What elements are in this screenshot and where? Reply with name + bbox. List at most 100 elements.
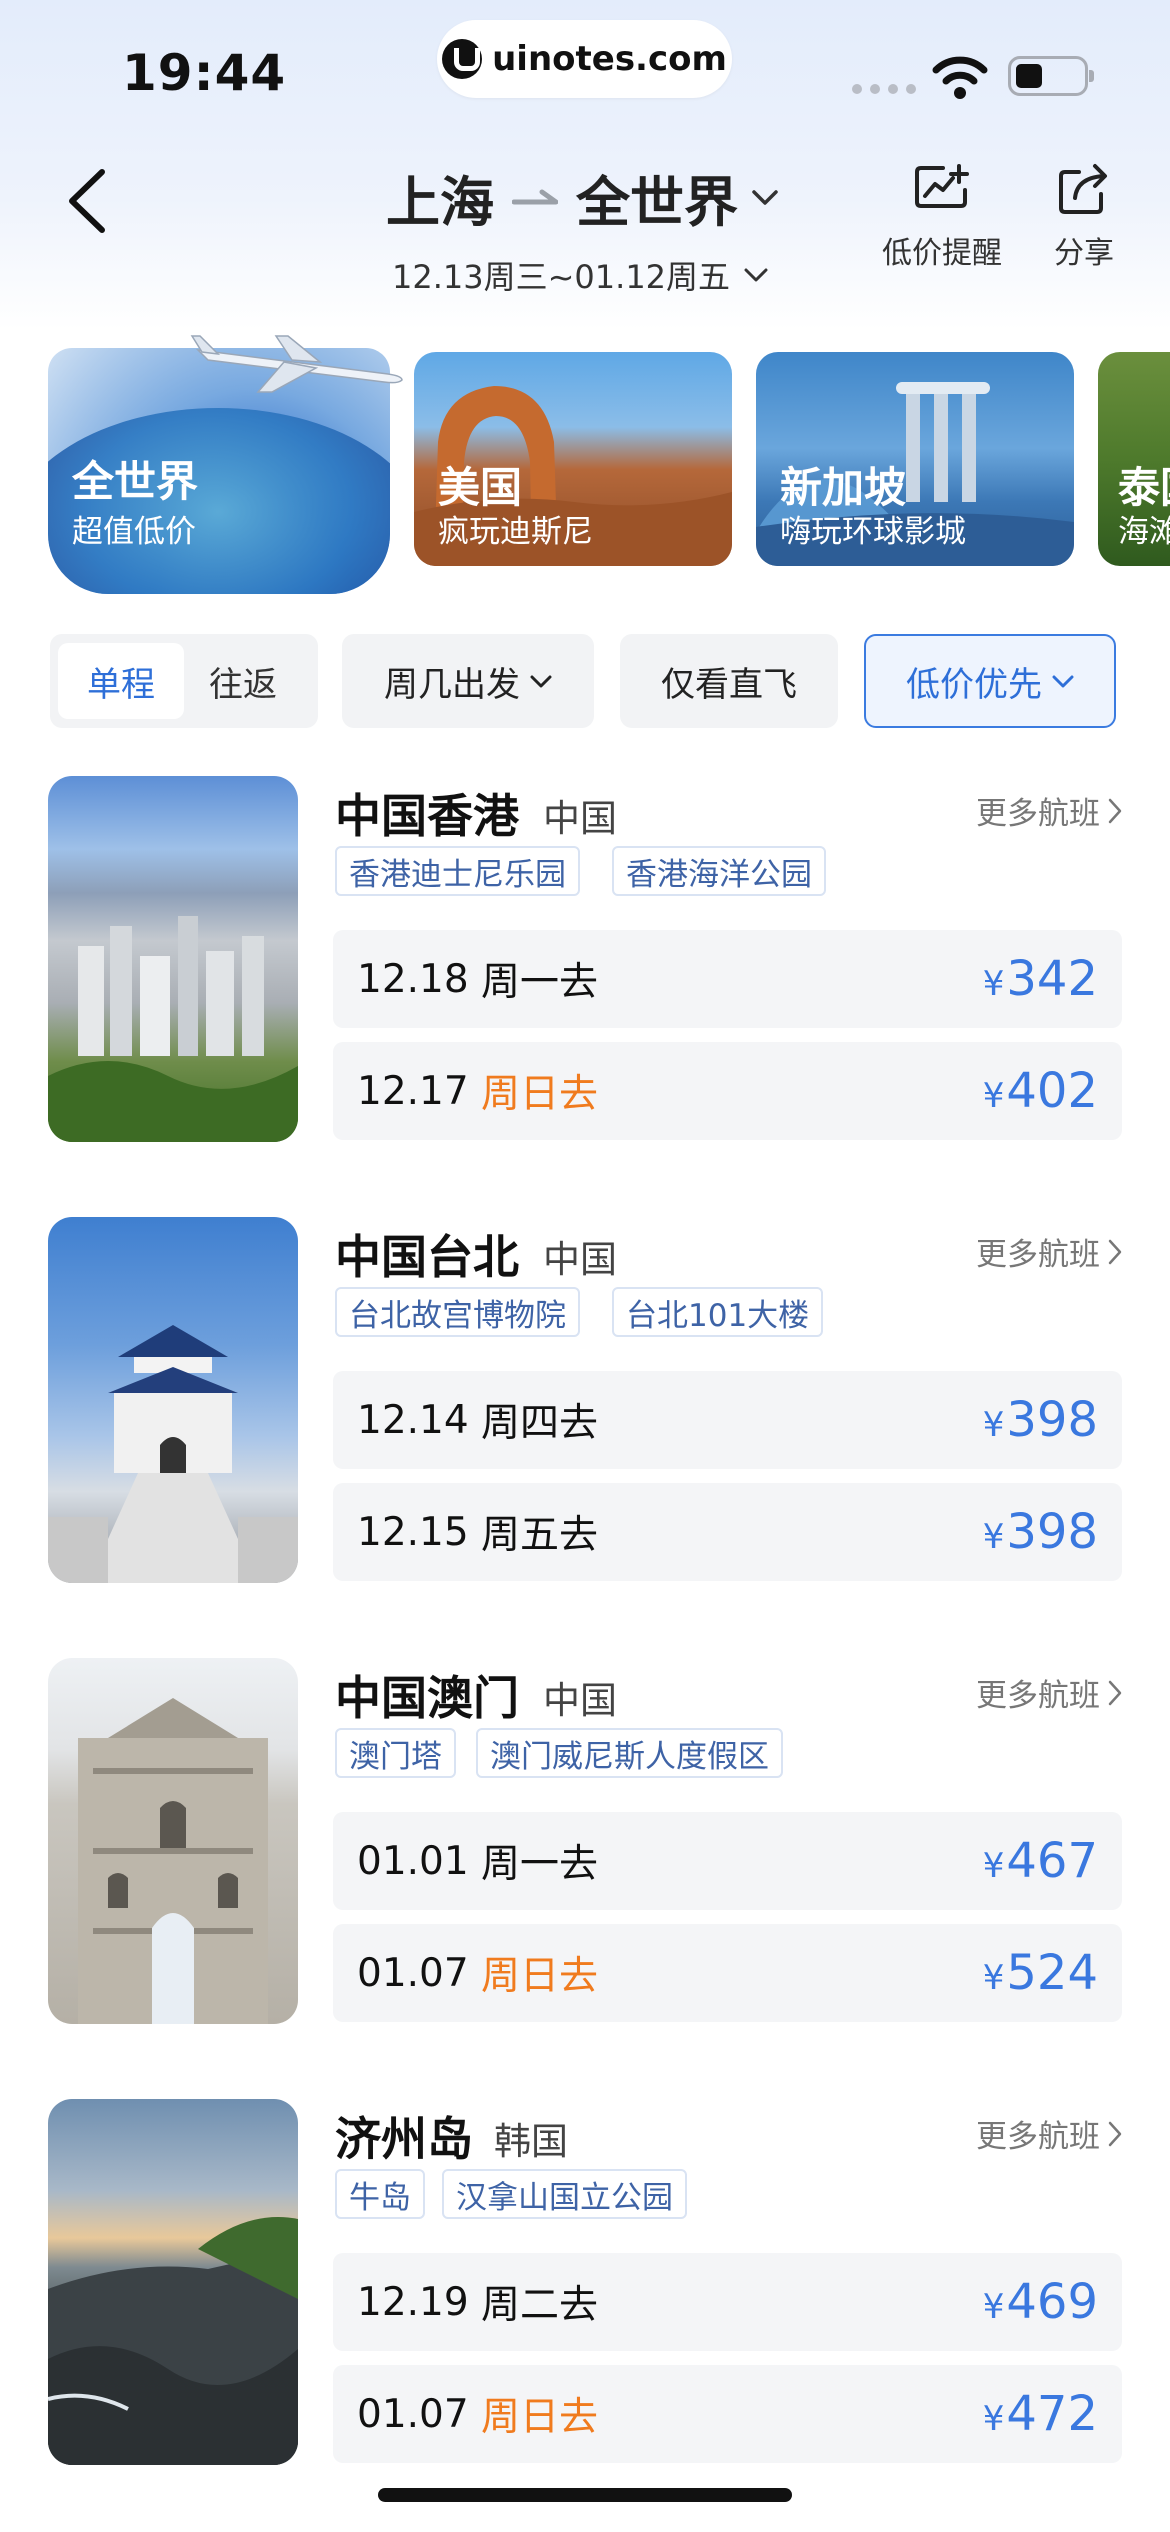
flight-option-row[interactable]: 12.15 周五去 ¥398 — [333, 1483, 1122, 1581]
destination-cards: 全世界 超值低价 美国 疯玩迪斯尼 新加坡 嗨玩环球影城 泰国 海滩 — [48, 330, 1170, 600]
flight-price: ¥469 — [982, 2274, 1098, 2330]
destination-city: 全世界 — [576, 171, 738, 234]
hong-kong-photo — [48, 776, 298, 1142]
attraction-tag[interactable]: 澳门塔 — [335, 1728, 456, 1778]
round-trip-tab[interactable]: 往返 — [184, 643, 302, 719]
url-pill[interactable]: uinotes.com — [437, 20, 732, 98]
jeju-photo — [48, 2099, 298, 2465]
more-flights-link[interactable]: 更多航班 — [976, 1229, 1122, 1274]
card-subtitle: 超值低价 — [72, 514, 196, 550]
more-flights-link[interactable]: 更多航班 — [976, 2111, 1122, 2156]
price-alert-button[interactable]: 低价提醒 — [882, 162, 1002, 272]
one-way-tab[interactable]: 单程 — [58, 643, 184, 719]
flight-weekday: 周四去 — [481, 1401, 599, 1446]
flight-option-row[interactable]: 12.18 周一去 ¥342 — [333, 930, 1122, 1028]
flight-date: 01.07 — [357, 2391, 469, 2437]
more-flights-link[interactable]: 更多航班 — [976, 1670, 1122, 1715]
flight-option-row[interactable]: 12.14 周四去 ¥398 — [333, 1371, 1122, 1469]
flight-weekday: 周日去 — [481, 1072, 599, 1117]
destination-country: 中国 — [543, 1679, 617, 1722]
battery-icon — [1008, 56, 1094, 96]
result-item-taipei[interactable]: 中国台北 中国 更多航班 台北故宫博物院 台北101大楼 12.14 周四去 ¥… — [48, 1217, 1122, 1583]
flight-option-row[interactable]: 12.19 周二去 ¥469 — [333, 2253, 1122, 2351]
flight-date: 12.14 — [357, 1397, 469, 1443]
flight-price: ¥398 — [982, 1504, 1098, 1560]
flight-option-row[interactable]: 12.17 周日去 ¥402 — [333, 1042, 1122, 1140]
price-alert-icon — [915, 164, 969, 208]
flight-option-row[interactable]: 01.01 周一去 ¥467 — [333, 1812, 1122, 1910]
flight-price: ¥524 — [982, 1945, 1098, 2001]
chevron-down-icon — [744, 268, 768, 282]
back-arrow-icon[interactable] — [64, 168, 108, 234]
flight-date: 12.19 — [357, 2279, 469, 2325]
home-indicator[interactable] — [378, 2488, 792, 2502]
card-subtitle: 嗨玩环球影城 — [780, 514, 966, 550]
destination-name: 中国香港 — [335, 789, 519, 843]
chevron-right-icon — [1108, 2121, 1122, 2146]
trip-type-toggle: 单程 往返 — [50, 634, 318, 728]
attraction-tag[interactable]: 香港迪士尼乐园 — [335, 846, 580, 896]
attraction-tag[interactable]: 牛岛 — [335, 2169, 425, 2219]
status-time: 19:44 — [122, 44, 287, 102]
share-button[interactable]: 分享 — [1054, 162, 1114, 272]
card-subtitle: 疯玩迪斯尼 — [438, 514, 593, 550]
chevron-right-icon — [1108, 1239, 1122, 1264]
flight-price: ¥472 — [982, 2386, 1098, 2442]
attraction-tag[interactable]: 澳门威尼斯人度假区 — [476, 1728, 783, 1778]
flight-date: 12.17 — [357, 1068, 469, 1114]
destination-card-thailand[interactable]: 泰国 海滩 — [1098, 352, 1170, 566]
flight-option-row[interactable]: 01.07 周日去 ¥472 — [333, 2365, 1122, 2463]
flight-date: 12.15 — [357, 1509, 469, 1555]
flight-weekday: 周一去 — [481, 1842, 599, 1887]
date-range-text: 12.13周三~01.12周五 — [392, 258, 731, 296]
more-flights-label: 更多航班 — [976, 1678, 1100, 1714]
flight-price: ¥398 — [982, 1392, 1098, 1448]
macau-photo — [48, 1658, 298, 2024]
card-subtitle: 海滩 — [1118, 514, 1170, 550]
flight-price: ¥342 — [982, 951, 1098, 1007]
result-item-jeju[interactable]: 济州岛 韩国 更多航班 牛岛 汉拿山国立公园 12.19 周二去 ¥469 01… — [48, 2099, 1122, 2465]
chevron-down-icon — [1052, 675, 1074, 687]
attraction-tag[interactable]: 台北故宫博物院 — [335, 1287, 580, 1337]
flight-price: ¥467 — [982, 1833, 1098, 1889]
destination-name: 中国台北 — [335, 1230, 519, 1284]
attraction-tag[interactable]: 汉拿山国立公园 — [442, 2169, 687, 2219]
share-label: 分享 — [1054, 236, 1114, 271]
chevron-right-icon — [1108, 798, 1122, 823]
taipei-photo — [48, 1217, 298, 1583]
sort-button[interactable]: 低价优先 — [864, 634, 1116, 728]
weekday-filter-label: 周几出发 — [384, 664, 520, 705]
chevron-right-icon — [1108, 1680, 1122, 1705]
airplane-icon — [190, 335, 403, 393]
destination-country: 中国 — [543, 797, 617, 840]
chevron-down-icon — [530, 675, 552, 687]
date-range-selector[interactable]: 12.13周三~01.12周五 — [392, 252, 768, 298]
flight-date: 01.07 — [357, 1950, 469, 1996]
destination-card-singapore[interactable]: 新加坡 嗨玩环球影城 — [756, 352, 1074, 566]
share-icon — [1059, 164, 1107, 214]
more-flights-link[interactable]: 更多航班 — [976, 788, 1122, 833]
weekday-filter-button[interactable]: 周几出发 — [342, 634, 594, 728]
flight-option-row[interactable]: 01.07 周日去 ¥524 — [333, 1924, 1122, 2022]
flight-weekday: 周二去 — [481, 2283, 599, 2328]
cellular-signal-icon — [852, 84, 916, 94]
more-flights-label: 更多航班 — [976, 1237, 1100, 1273]
url-text: uinotes.com — [492, 39, 727, 79]
more-flights-label: 更多航班 — [976, 2119, 1100, 2155]
destination-name: 济州岛 — [335, 2112, 473, 2166]
direct-only-button[interactable]: 仅看直飞 — [620, 634, 838, 728]
result-item-macau[interactable]: 中国澳门 中国 更多航班 澳门塔 澳门威尼斯人度假区 01.01 周一去 ¥46… — [48, 1658, 1122, 2024]
flight-price: ¥402 — [982, 1063, 1098, 1119]
attraction-tag[interactable]: 台北101大楼 — [612, 1287, 824, 1337]
more-flights-label: 更多航班 — [976, 796, 1100, 832]
route-selector[interactable]: 上海 全世界 — [386, 158, 778, 237]
flight-weekday: 周五去 — [481, 1513, 599, 1558]
sort-label: 低价优先 — [906, 664, 1042, 705]
result-item-hong-kong[interactable]: 中国香港 中国 更多航班 香港迪士尼乐园 香港海洋公园 12.18 周一去 ¥3… — [48, 776, 1122, 1142]
origin-city: 上海 — [386, 171, 494, 234]
attraction-tag[interactable]: 香港海洋公园 — [612, 846, 826, 896]
destination-card-usa[interactable]: 美国 疯玩迪斯尼 — [414, 352, 732, 566]
flight-weekday: 周日去 — [481, 1954, 599, 1999]
destination-country: 中国 — [543, 1238, 617, 1281]
flight-date: 12.18 — [357, 956, 469, 1002]
